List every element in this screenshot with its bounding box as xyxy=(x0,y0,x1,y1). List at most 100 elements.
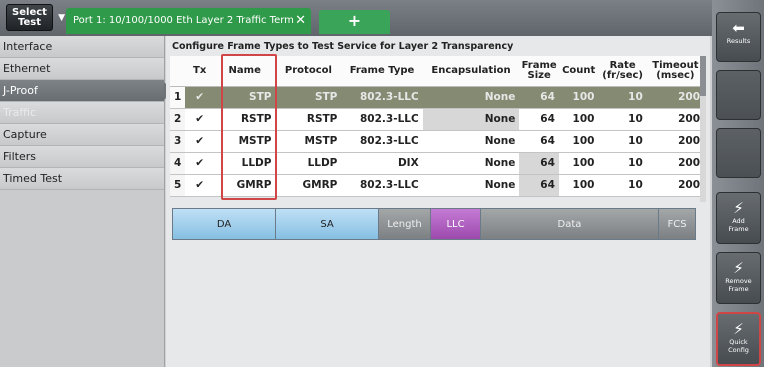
frame-size-cell[interactable]: 64 xyxy=(519,152,559,175)
col-header-timeout: Timeout (msec) xyxy=(646,56,704,87)
table-header-row: Tx Name Protocol Frame Type Encapsulatio… xyxy=(170,56,704,87)
encapsulation-cell[interactable]: None xyxy=(422,130,520,153)
main-panel: Configure Frame Types to Test Service fo… xyxy=(166,36,710,367)
tx-checkbox[interactable]: ✔ xyxy=(185,174,214,197)
col-header-num xyxy=(170,56,186,87)
sidebar-item-timed-test[interactable]: Timed Test xyxy=(0,168,164,190)
sidebar-item-interface[interactable]: Interface xyxy=(0,36,164,58)
table-row[interactable]: 5 ✔ GMRP GMRP 802.3-LLC None 64 100 10 2… xyxy=(170,174,704,197)
frame-size-cell[interactable]: 64 xyxy=(519,108,559,131)
sidebar-item-ethernet[interactable]: Ethernet xyxy=(0,58,164,80)
row-number: 1 xyxy=(170,86,186,109)
timeout-cell[interactable]: 200 xyxy=(646,152,704,175)
tab-port1-label: Port 1: 10/100/1000 Eth Layer 2 Traffic … xyxy=(73,15,294,26)
row-number: 5 xyxy=(170,174,186,197)
rate-cell[interactable]: 10 xyxy=(598,130,647,153)
add-frame-button[interactable]: ⚡ Add Frame xyxy=(716,192,761,244)
lightning-icon: ⚡ xyxy=(733,259,744,277)
lightning-icon: ⚡ xyxy=(733,199,744,217)
encapsulation-cell[interactable]: None xyxy=(422,174,520,197)
encapsulation-cell[interactable]: None xyxy=(422,152,520,175)
rate-cell[interactable]: 10 xyxy=(598,174,647,197)
table-row[interactable]: 2 ✔ RSTP RSTP 802.3-LLC None 64 100 10 2… xyxy=(170,108,704,131)
tx-checkbox[interactable]: ✔ xyxy=(185,130,214,153)
col-header-encapsulation: Encapsulation xyxy=(422,56,520,87)
sidebar-item-filters[interactable]: Filters xyxy=(0,146,164,168)
scrollbar-thumb[interactable] xyxy=(700,56,706,96)
name-cell[interactable]: LLDP xyxy=(213,152,276,175)
frame-type-cell[interactable]: 802.3-LLC xyxy=(341,86,423,109)
encapsulation-cell[interactable]: None xyxy=(422,108,520,131)
rate-cell[interactable]: 10 xyxy=(598,108,647,131)
timeout-cell[interactable]: 200 xyxy=(646,174,704,197)
sidebar-item-capture[interactable]: Capture xyxy=(0,124,164,146)
frame-size-cell[interactable]: 64 xyxy=(519,130,559,153)
row-number: 3 xyxy=(170,130,186,153)
frame-segment-sa[interactable]: SA xyxy=(276,209,379,239)
frame-segment-llc[interactable]: LLC xyxy=(431,209,481,239)
frame-segment-fcs[interactable]: FCS xyxy=(659,209,695,239)
frame-segment-length[interactable]: Length xyxy=(379,209,431,239)
col-header-frame-size: Frame Size xyxy=(519,56,559,87)
sidebar: Interface Ethernet J-Proof Traffic Captu… xyxy=(0,36,173,367)
rate-cell[interactable]: 10 xyxy=(598,86,647,109)
col-header-frame-type: Frame Type xyxy=(341,56,423,87)
sidebar-item-jproof[interactable]: J-Proof xyxy=(0,80,173,102)
quick-config-button[interactable]: ⚡ Quick Config xyxy=(716,312,761,366)
rate-cell[interactable]: 10 xyxy=(598,152,647,175)
protocol-cell[interactable]: RSTP xyxy=(275,108,342,131)
action-sidebar: ⬅ Results ⚡ Add Frame ⚡ Remove Frame ⚡ Q… xyxy=(712,0,764,367)
add-tab-button[interactable]: + xyxy=(319,10,390,34)
results-button[interactable]: ⬅ Results xyxy=(716,12,761,62)
table-scrollbar[interactable] xyxy=(700,56,706,202)
sidebar-item-traffic: Traffic xyxy=(0,102,164,124)
frame-size-cell[interactable]: 64 xyxy=(519,174,559,197)
frame-segment-da[interactable]: DA xyxy=(173,209,276,239)
tab-port1[interactable]: Port 1: 10/100/1000 Eth Layer 2 Traffic … xyxy=(66,8,311,34)
frame-type-cell[interactable]: DIX xyxy=(341,152,423,175)
remove-frame-button[interactable]: ⚡ Remove Frame xyxy=(716,252,761,304)
blank-softkey-2[interactable] xyxy=(716,128,761,178)
name-cell[interactable]: RSTP xyxy=(213,108,276,131)
frame-type-cell[interactable]: 802.3-LLC xyxy=(341,130,423,153)
frame-size-cell[interactable]: 64 xyxy=(519,86,559,109)
row-number: 2 xyxy=(170,108,186,131)
timeout-cell[interactable]: 200 xyxy=(646,86,704,109)
blank-softkey-1[interactable] xyxy=(716,70,761,120)
remove-frame-label: Remove Frame xyxy=(725,277,752,293)
add-frame-label: Add Frame xyxy=(728,217,749,233)
tx-checkbox[interactable]: ✔ xyxy=(185,152,214,175)
tx-checkbox[interactable]: ✔ xyxy=(185,108,214,131)
chevron-down-icon: ▼ xyxy=(58,13,65,23)
frame-type-cell[interactable]: 802.3-LLC xyxy=(341,108,423,131)
count-cell[interactable]: 100 xyxy=(558,174,599,197)
arrow-left-icon: ⬅ xyxy=(732,19,745,37)
protocol-cell[interactable]: GMRP xyxy=(275,174,342,197)
protocol-cell[interactable]: LLDP xyxy=(275,152,342,175)
close-icon[interactable]: ✕ xyxy=(295,8,306,34)
frame-segment-data[interactable]: Data xyxy=(481,209,659,239)
page-title: Configure Frame Types to Test Service fo… xyxy=(172,41,514,52)
protocol-cell[interactable]: MSTP xyxy=(275,130,342,153)
results-button-label: Results xyxy=(726,37,751,45)
name-cell[interactable]: STP xyxy=(213,86,276,109)
table-row[interactable]: 4 ✔ LLDP LLDP DIX None 64 100 10 200 xyxy=(170,152,704,175)
count-cell[interactable]: 100 xyxy=(558,108,599,131)
table-row[interactable]: 3 ✔ MSTP MSTP 802.3-LLC None 64 100 10 2… xyxy=(170,130,704,153)
timeout-cell[interactable]: 200 xyxy=(646,130,704,153)
table-row[interactable]: 1 ✔ STP STP 802.3-LLC None 64 100 10 200 xyxy=(170,86,704,109)
encapsulation-cell[interactable]: None xyxy=(422,86,520,109)
col-header-rate: Rate (fr/sec) xyxy=(598,56,647,87)
name-cell[interactable]: MSTP xyxy=(213,130,276,153)
select-test-button[interactable]: Select Test ▼ xyxy=(6,4,65,31)
name-cell[interactable]: GMRP xyxy=(213,174,276,197)
frame-type-cell[interactable]: 802.3-LLC xyxy=(341,174,423,197)
protocol-cell[interactable]: STP xyxy=(275,86,342,109)
tx-checkbox[interactable]: ✔ xyxy=(185,86,214,109)
count-cell[interactable]: 100 xyxy=(558,152,599,175)
count-cell[interactable]: 100 xyxy=(558,86,599,109)
frame-types-table: Tx Name Protocol Frame Type Encapsulatio… xyxy=(170,56,704,197)
count-cell[interactable]: 100 xyxy=(558,130,599,153)
timeout-cell[interactable]: 200 xyxy=(646,108,704,131)
frame-structure-bar: DA SA Length LLC Data FCS xyxy=(172,208,696,240)
